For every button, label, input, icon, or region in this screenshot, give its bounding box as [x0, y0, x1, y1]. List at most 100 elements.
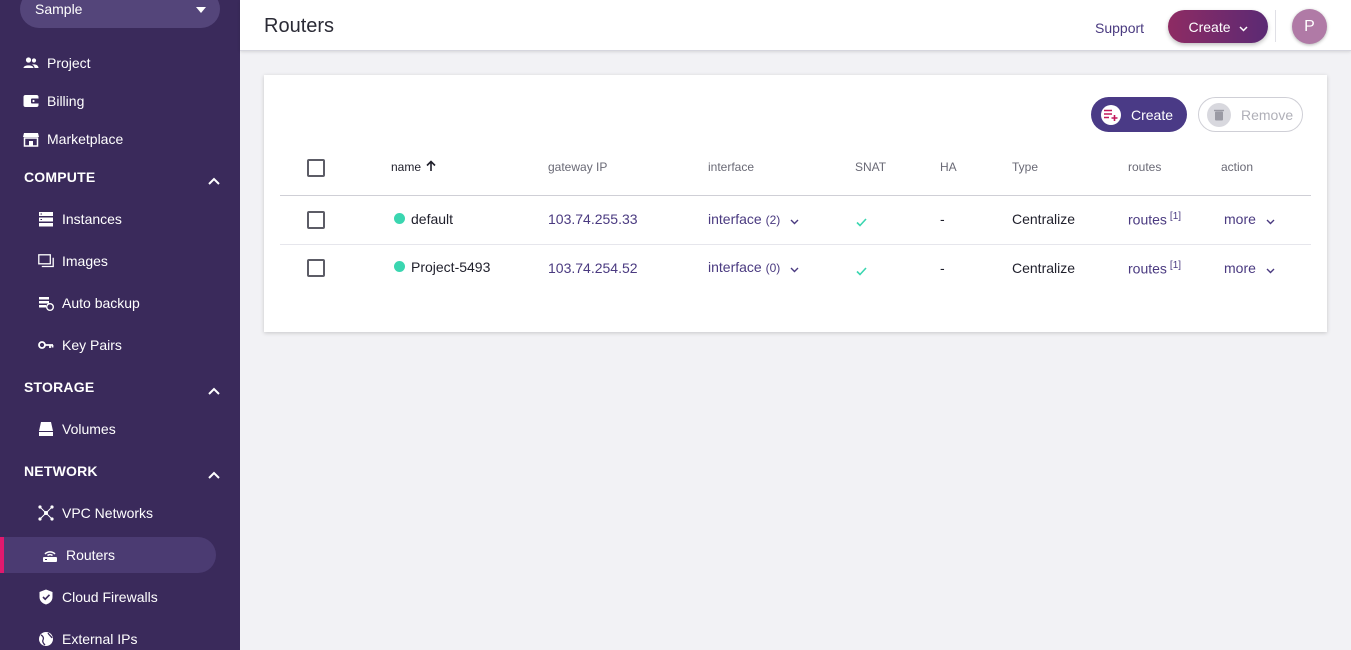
sidebar-item-label: Cloud Firewalls [62, 589, 158, 605]
chevron-down-icon [1238, 19, 1248, 35]
ha-value: - [940, 260, 945, 276]
section-network-title: NETWORK [24, 463, 98, 479]
column-header-snat: SNAT [855, 160, 887, 174]
routes-label: routes [1128, 260, 1167, 277]
server-icon [38, 211, 54, 227]
sidebar-item-label: Key Pairs [62, 337, 122, 353]
chevron-down-icon [1266, 261, 1275, 277]
row-checkbox[interactable] [307, 211, 325, 229]
more-label: more [1224, 211, 1256, 227]
column-header-ha: HA [940, 160, 957, 174]
sidebar-item-key-pairs[interactable]: Key Pairs [0, 327, 216, 363]
create-dropdown-label: Create [1188, 18, 1231, 35]
chevron-down-icon [790, 260, 799, 276]
sidebar-item-label: Images [62, 253, 108, 269]
sidebar-item-instances[interactable]: Instances [0, 201, 216, 237]
sidebar-item-routers[interactable]: Routers [0, 537, 216, 573]
gateway-ip[interactable]: 103.74.255.33 [548, 211, 638, 227]
column-header-action: action [1221, 160, 1254, 174]
create-dropdown-button[interactable]: Create [1168, 10, 1268, 43]
sidebar-item-volumes[interactable]: Volumes [0, 411, 216, 447]
sidebar-item-label: Routers [66, 547, 116, 563]
sidebar-item-external-ips[interactable]: External IPs [0, 621, 216, 650]
chevron-down-icon [1266, 212, 1275, 228]
globe-icon [38, 631, 54, 647]
column-header-type: Type [1012, 160, 1039, 174]
trash-icon [1207, 102, 1231, 127]
router-icon [42, 547, 58, 563]
snat-check-icon [856, 214, 867, 230]
gateway-ip[interactable]: 103.74.254.52 [548, 260, 638, 276]
chevron-up-icon [208, 382, 220, 398]
drive-icon [38, 421, 54, 437]
section-storage-toggle[interactable]: STORAGE [0, 369, 240, 405]
more-actions-dropdown[interactable]: more [1224, 211, 1275, 228]
select-all-checkbox[interactable] [307, 159, 325, 177]
sidebar-item-label: Billing [47, 93, 85, 109]
sidebar-item-cloud-firewalls[interactable]: Cloud Firewalls [0, 579, 216, 615]
add-list-icon [1101, 104, 1121, 125]
store-icon [23, 131, 39, 147]
sidebar-item-images[interactable]: Images [0, 243, 216, 279]
chevron-up-icon [208, 466, 220, 482]
caret-down-icon [196, 7, 206, 13]
sidebar-item-auto-backup[interactable]: Auto backup [0, 285, 216, 321]
routes-count: [1] [1169, 260, 1182, 271]
interface-dropdown[interactable]: interface (2) [708, 211, 799, 228]
status-dot [394, 261, 405, 272]
sidebar-item-vpc-networks[interactable]: VPC Networks [0, 495, 216, 531]
interface-dropdown[interactable]: interface (0) [708, 259, 799, 276]
more-label: more [1224, 260, 1256, 276]
router-name[interactable]: Project-5493 [411, 259, 490, 275]
interface-count: (0) [765, 261, 781, 275]
interface-label: interface [708, 211, 762, 227]
chevron-up-icon [208, 172, 220, 188]
router-type: Centralize [1012, 260, 1076, 276]
column-header-routes: routes [1128, 160, 1162, 174]
section-compute-toggle[interactable]: COMPUTE [0, 159, 240, 195]
network-icon [38, 505, 54, 521]
snat-check-icon [856, 263, 867, 279]
column-header-gateway-ip: gateway IP [548, 160, 608, 174]
create-router-button[interactable]: Create [1091, 97, 1187, 132]
sidebar-item-label: Volumes [62, 421, 116, 437]
sidebar-item-label: VPC Networks [62, 505, 154, 521]
row-divider [280, 244, 1311, 245]
create-router-label: Create [1131, 106, 1174, 123]
remove-router-button[interactable]: Remove [1198, 97, 1303, 132]
wallet-icon [23, 93, 39, 109]
support-link[interactable]: Support [1095, 20, 1144, 36]
routes-link[interactable]: routes [1] [1128, 211, 1181, 228]
routes-label: routes [1128, 211, 1167, 228]
remove-router-label: Remove [1241, 106, 1294, 123]
sidebar: Sample Project Billing Marketplace COMPU… [0, 0, 240, 650]
column-header-name-label: name [391, 160, 422, 174]
sidebar-item-label: Instances [62, 211, 122, 227]
project-select-value: Sample [35, 1, 83, 17]
key-icon [38, 337, 54, 353]
avatar[interactable]: P [1292, 9, 1327, 44]
backup-icon [38, 295, 54, 311]
router-name[interactable]: default [411, 211, 453, 227]
section-storage-title: STORAGE [24, 379, 95, 395]
divider [1275, 10, 1276, 42]
section-network-toggle[interactable]: NETWORK [0, 453, 240, 489]
users-icon [23, 55, 39, 71]
shield-icon [38, 589, 54, 605]
interface-label: interface [708, 259, 762, 275]
more-actions-dropdown[interactable]: more [1224, 260, 1275, 277]
sidebar-item-marketplace[interactable]: Marketplace [0, 121, 216, 157]
routes-link[interactable]: routes [1] [1128, 260, 1181, 277]
sidebar-item-billing[interactable]: Billing [0, 83, 216, 119]
column-header-name[interactable]: name [391, 160, 436, 175]
project-select[interactable]: Sample [20, 0, 220, 28]
interface-count: (2) [765, 213, 781, 227]
row-checkbox[interactable] [307, 259, 325, 277]
chevron-down-icon [790, 212, 799, 228]
section-compute-title: COMPUTE [24, 169, 96, 185]
sidebar-item-label: Project [47, 55, 91, 71]
sidebar-item-project[interactable]: Project [0, 45, 216, 81]
page-title: Routers [264, 15, 335, 37]
routers-card: Create Remove name gateway IP interface … [264, 75, 1327, 332]
header-divider [280, 195, 1311, 196]
